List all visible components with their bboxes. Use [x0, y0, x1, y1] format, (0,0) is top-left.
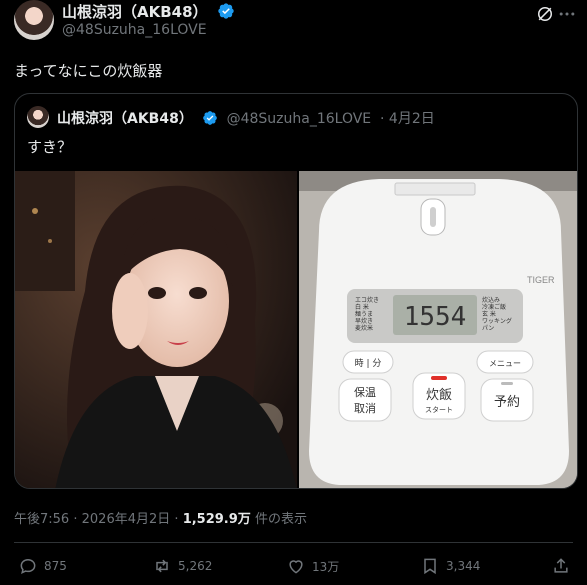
lcd-time: 1554: [404, 302, 467, 332]
view-count: 1,529.9万: [182, 512, 251, 527]
like-count: 13万: [312, 559, 340, 574]
reply-icon: [20, 558, 36, 575]
heart-icon: [289, 560, 303, 574]
repost-button[interactable]: 5,262: [152, 553, 212, 579]
share-icon: [554, 558, 568, 573]
author-name-text: 山根涼羽（AKB48）: [62, 3, 208, 21]
brand-label: TIGER: [527, 275, 555, 285]
btn-cook-label: 炊飯: [426, 388, 452, 403]
menu-left-3: 麺うま: [355, 310, 373, 318]
bookmark-icon: [424, 558, 436, 575]
btn-keep-line2: 取消: [354, 401, 376, 415]
more-options-icon[interactable]: [557, 4, 577, 24]
author-avatar[interactable]: [14, 0, 54, 40]
quoted-photo-rice-cooker[interactable]: TIGER 1554 エコ炊き 白 米 麺うま 早炊き 麦炊米 炊込み 冷凍ご飯…: [299, 171, 577, 488]
btn-reserve-label: 予約: [494, 395, 520, 410]
btn-menu-label: メニュー: [489, 359, 521, 368]
bookmark-button[interactable]: 3,344: [420, 553, 480, 579]
menu-right-1: 炊込み: [482, 296, 500, 304]
verified-badge-icon: [218, 3, 234, 19]
reply-count: 875: [44, 559, 67, 573]
menu-right-4: ワッキング: [482, 317, 512, 325]
meta-separator-2: ·: [174, 512, 179, 527]
quoted-author-handle: @48Suzuha_16LOVE: [226, 111, 372, 127]
menu-left-5: 麦炊米: [355, 324, 373, 332]
quoted-photo-portrait[interactable]: [15, 171, 297, 488]
btn-time-label: 時 | 分: [355, 358, 382, 369]
btn-keep-line1: 保温: [354, 385, 376, 399]
menu-right-5: パン: [482, 325, 494, 332]
meta-separator-1: ·: [73, 512, 78, 527]
portrait-illustration: [15, 171, 297, 488]
post-date[interactable]: 2026年4月2日: [82, 512, 171, 527]
share-button[interactable]: [551, 553, 571, 579]
quoted-post[interactable]: 山根涼羽（AKB48） @48Suzuha_16LOVE · 4月2日 すき？: [14, 93, 578, 489]
grok-icon[interactable]: [535, 4, 555, 24]
repost-count: 5,262: [178, 559, 213, 573]
menu-right-3: 玄 米: [482, 310, 496, 318]
view-count-label: 件の表示: [254, 512, 307, 527]
rice-cooker-illustration: TIGER 1554 エコ炊き 白 米 麺うま 早炊き 麦炊米 炊込み 冷凍ご飯…: [299, 171, 577, 488]
menu-left-4: 早炊き: [355, 317, 373, 325]
quoted-text: すき？: [27, 138, 73, 156]
post-meta: 午後7:56 · 2026年4月2日 · 1,529.9万 件の表示: [14, 508, 307, 527]
quoted-author-name: 山根涼羽（AKB48）: [57, 111, 193, 127]
menu-left-1: エコ炊き: [355, 296, 379, 304]
reply-button[interactable]: 875: [18, 553, 67, 579]
post-text: まってなにこの炊飯器: [14, 62, 163, 80]
like-button[interactable]: 13万: [286, 553, 339, 579]
quoted-verified-badge-icon: [202, 111, 217, 125]
author-name[interactable]: 山根涼羽（AKB48）: [62, 1, 235, 22]
quoted-author-line: 山根涼羽（AKB48） @48Suzuha_16LOVE · 4月2日: [57, 108, 435, 128]
repost-icon: [156, 559, 168, 573]
quoted-date: · 4月2日: [380, 111, 435, 127]
action-bar: 875 5,262 13万 3,344: [14, 553, 573, 579]
menu-left-2: 白 米: [355, 303, 369, 311]
bookmark-count: 3,344: [446, 559, 481, 573]
menu-right-2: 冷凍ご飯: [482, 303, 506, 311]
btn-cook-sublabel: スタート: [425, 405, 453, 414]
author-handle[interactable]: @48Suzuha_16LOVE: [62, 22, 207, 38]
actions-divider: [14, 542, 573, 543]
post-time[interactable]: 午後7:56: [14, 512, 69, 527]
quoted-author-avatar: [27, 106, 49, 128]
